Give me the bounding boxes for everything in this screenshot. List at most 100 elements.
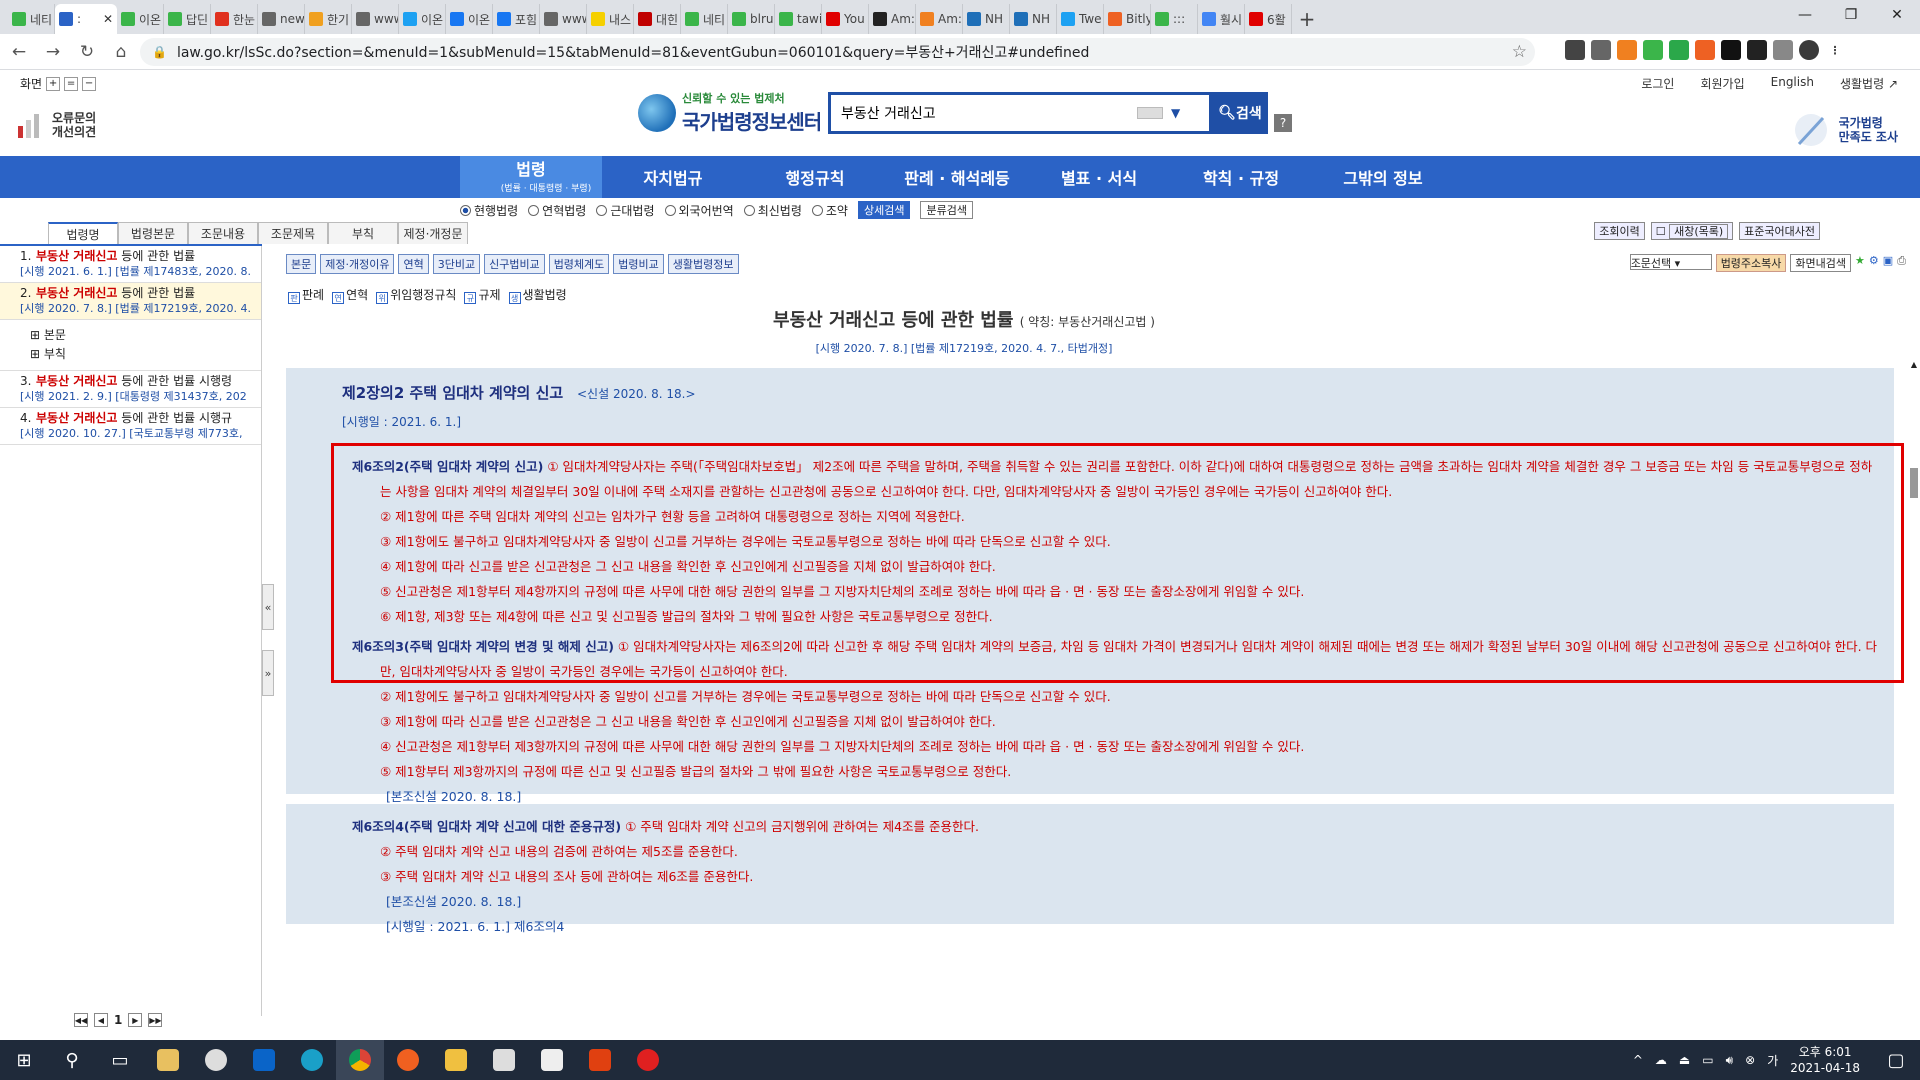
collapse-left-icon[interactable]: « (262, 584, 274, 630)
nav-item[interactable]: 판례 · 해석례등 (886, 156, 1028, 198)
star-icon[interactable]: ★ (1855, 254, 1865, 272)
browser-tab[interactable]: new (258, 4, 305, 34)
browser-tab[interactable]: Am: (869, 4, 916, 34)
content-tool-button[interactable]: 제정·개정이유 (320, 254, 395, 274)
left-tab[interactable]: 조문제목 (258, 222, 328, 244)
browser-tab[interactable]: www (540, 4, 587, 34)
browser-tab[interactable]: 답딘 (164, 4, 211, 34)
browser-tab[interactable]: Am: (916, 4, 963, 34)
content-tool-button[interactable]: 신구법비교 (484, 254, 545, 274)
history-button[interactable]: 조회이력 (1594, 222, 1645, 240)
extension-icon[interactable] (1643, 40, 1663, 60)
volume-icon[interactable]: 🔊︎ (1726, 1053, 1734, 1068)
address-bar[interactable]: 🔒 law.go.kr/lsSc.do?section=&menuId=1&su… (140, 38, 1535, 66)
ime-icon[interactable]: 가 (1767, 1052, 1778, 1069)
article-heading[interactable]: 제6조의4(주택 임대차 계약 신고에 대한 준용규정) (352, 819, 621, 834)
law-type-radio[interactable]: 외국어번역 (664, 202, 734, 219)
content-tool-button[interactable]: 법령비교 (613, 254, 664, 274)
browser-tab[interactable]: 이온 (446, 4, 493, 34)
lock-icon[interactable]: 🔒 (152, 45, 167, 59)
left-tab[interactable]: 제정·개정문 (398, 222, 468, 244)
kebab-menu-icon[interactable]: ⋮ (1825, 40, 1845, 60)
forward-icon[interactable]: → (38, 37, 68, 67)
content-tool-button[interactable]: 법령체계도 (548, 254, 610, 274)
browser-tab[interactable]: 한기 (305, 4, 352, 34)
outlook-icon[interactable] (240, 1040, 288, 1080)
virtual-keyboard-icon[interactable] (1137, 107, 1163, 119)
browser-tab[interactable]: 대힌 (634, 4, 681, 34)
close-window-icon[interactable]: ✕ (1874, 0, 1920, 30)
browser-tab[interactable]: 네티 (681, 4, 728, 34)
usb-icon[interactable]: ⏏ (1679, 1053, 1690, 1067)
login-link[interactable]: 로그인 (1641, 75, 1674, 92)
english-link[interactable]: English (1771, 75, 1814, 92)
content-tool-button[interactable]: 3단비교 (432, 254, 481, 274)
survey-link[interactable]: 국가법령 만족도 조사 (1789, 110, 1898, 150)
browser-tab[interactable]: 훨시 (1198, 4, 1245, 34)
signup-link[interactable]: 회원가입 (1700, 75, 1744, 92)
cloud-icon[interactable]: ☁ (1655, 1053, 1667, 1067)
browser-tab[interactable]: Bitly (1104, 4, 1151, 34)
left-tab[interactable]: 법령명 (48, 222, 118, 244)
expand-right-icon[interactable]: » (262, 650, 274, 696)
nav-item[interactable]: 자치법규 (602, 156, 744, 198)
browser-tab[interactable]: : ✕ (55, 4, 117, 34)
extension-icon[interactable] (1565, 40, 1585, 60)
vertical-scrollbar[interactable]: ▲ (1908, 360, 1920, 1040)
zoom-out-button[interactable]: − (82, 76, 97, 91)
media-icon[interactable] (624, 1040, 672, 1080)
close-icon[interactable]: ⊗ (1745, 1053, 1755, 1067)
law-type-radio[interactable]: 근대법령 (596, 202, 655, 219)
detail-search-button[interactable]: 상세검색 (857, 201, 911, 219)
puzzle-icon[interactable] (1773, 40, 1793, 60)
extension-icon[interactable] (1617, 40, 1637, 60)
current-page[interactable]: 1 (114, 1013, 122, 1027)
search-input[interactable] (831, 105, 1131, 121)
close-tab-icon[interactable]: ✕ (103, 12, 113, 26)
chevron-up-icon[interactable]: ^ (1633, 1053, 1643, 1067)
zoom-reset-button[interactable]: = (64, 76, 79, 91)
search-button[interactable]: 🔍︎ 검색 (1212, 92, 1268, 134)
zoom-in-button[interactable]: + (46, 76, 61, 91)
edge-icon[interactable] (288, 1040, 336, 1080)
home-icon[interactable]: ⌂ (106, 37, 136, 67)
browser-tab[interactable]: blru (728, 4, 775, 34)
nav-item[interactable]: 학칙 · 규정 (1170, 156, 1312, 198)
browser-tab[interactable]: Twe (1057, 4, 1104, 34)
first-page-icon[interactable]: ◀◀ (74, 1013, 88, 1027)
extension-icon[interactable] (1747, 40, 1767, 60)
taskbar-clock[interactable]: 오후 6:01 2021-04-18 (1790, 1044, 1860, 1076)
browser-tab[interactable]: 6활 (1245, 4, 1292, 34)
result-item[interactable]: 2. 부동산 거래신고 등에 관한 법률 [시행 2020. 7. 8.] [법률 … (0, 283, 261, 320)
last-page-icon[interactable]: ▶▶ (148, 1013, 163, 1027)
chevron-down-icon[interactable]: ▼ (1171, 106, 1180, 120)
extension-icon[interactable] (1721, 40, 1741, 60)
chrome-icon[interactable] (336, 1040, 384, 1080)
browser-tab[interactable]: NH (963, 4, 1010, 34)
nav-item[interactable]: 별표 · 서식 (1028, 156, 1170, 198)
reload-icon[interactable]: ↻ (72, 37, 102, 67)
tree-node[interactable]: ⊞ 본문 (0, 326, 261, 345)
app-icon[interactable] (144, 1040, 192, 1080)
article-select[interactable]: 조문선택 ▾ (1629, 254, 1712, 270)
left-tab[interactable]: 조문내용 (188, 222, 258, 244)
extension-icon[interactable] (1669, 40, 1689, 60)
print-icon[interactable]: ⎙ (1897, 254, 1906, 272)
new-window-checkbox[interactable]: ☐ 새창(목록) (1650, 222, 1734, 240)
left-tab[interactable]: 부칙 (328, 222, 398, 244)
restore-icon[interactable]: ❐ (1828, 0, 1874, 30)
notification-icon[interactable]: ▢ (1872, 1040, 1920, 1080)
tree-node[interactable]: ⊞ 부칙 (0, 345, 261, 364)
browser-tab[interactable]: ::: (1151, 4, 1198, 34)
content-tool-button[interactable]: 생활법령정보 (667, 254, 739, 274)
law-type-radio[interactable]: 조약 (811, 202, 848, 219)
office-icon[interactable] (576, 1040, 624, 1080)
site-logo[interactable]: 신뢰할 수 있는 법제처 국가법령정보센터 (638, 90, 822, 135)
nav-item[interactable]: 법령 (법률 · 대통령령 · 부령) (460, 156, 602, 198)
error-report-link[interactable]: 오류문의 개선의견 (16, 110, 96, 140)
find-in-page-button[interactable]: 화면내검색 (1790, 254, 1852, 272)
result-item[interactable]: 4. 부동산 거래신고 등에 관한 법률 시행규 [시행 2020. 10. 27.… (0, 408, 261, 445)
law-type-radio[interactable]: 연혁법령 (528, 202, 586, 219)
task-view-icon[interactable]: ▭ (96, 1040, 144, 1080)
browser-tab[interactable]: 포힘 (493, 4, 540, 34)
